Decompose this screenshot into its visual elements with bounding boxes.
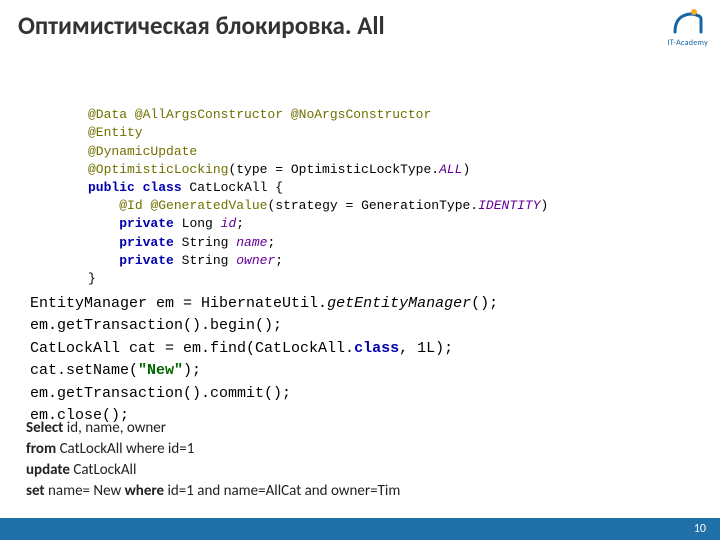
code-token: em.getTransaction().begin(); [30,317,282,334]
code-token: CatLockAll { [189,180,283,195]
sql-token: CatLockAll [73,461,136,479]
code-token: ; [275,253,283,268]
code-token: IDENTITY [478,198,540,213]
code-token: , 1L); [399,340,453,357]
code-token: @NoArgsConstructor [291,107,431,122]
code-token: ALL [439,162,462,177]
sql-line: from CatLockAll where id=1 [26,439,400,460]
page-number: 10 [694,522,706,536]
code-token: getEntityManager [327,295,471,312]
usage-code-block: EntityManager em = HibernateUtil.getEnti… [30,270,498,428]
code-token: (type = OptimisticLockType. [228,162,439,177]
logo: IT-Academy [667,8,708,48]
code-token: private [119,253,181,268]
sql-token: from [26,440,60,458]
sql-token: set [26,482,48,500]
code-token: ; [267,235,275,250]
logo-text: IT-Academy [667,38,708,48]
sql-line: Select id, name, owner [26,418,400,439]
code-token: EntityManager em = HibernateUtil. [30,295,327,312]
sql-line: update CatLockAll [26,460,400,481]
code-token: public class [88,180,189,195]
code-token: CatLockAll cat = em.find(CatLockAll. [30,340,354,357]
code-token: cat.setName( [30,362,138,379]
code-token: @Entity [88,125,143,140]
code-token: @OptimisticLocking [88,162,228,177]
sql-token: id=1 and name=AllCat and owner=Tim [167,482,400,500]
code-token: @GeneratedValue [150,198,267,213]
code-token: class [354,340,399,357]
sql-token: id, name, owner [67,419,166,437]
sql-token: update [26,461,73,479]
code-token: @AllArgsConstructor [135,107,291,122]
code-token: @DynamicUpdate [88,144,197,159]
logo-icon [671,8,705,36]
footer-bar: 10 [0,518,720,540]
code-token: @Data [88,107,135,122]
code-token: String [182,235,237,250]
sql-line: set name= New where id=1 and name=AllCat… [26,481,400,502]
sql-token: Select [26,419,67,437]
code-token: private [119,235,181,250]
code-token: @Id [119,198,150,213]
code-token: ; [236,216,244,231]
sql-block: Select id, name, owner from CatLockAll w… [26,418,400,502]
sql-token: CatLockAll where id=1 [60,440,195,458]
code-token: ) [462,162,470,177]
code-token: name [236,235,267,250]
code-token: "New" [138,362,183,379]
code-token: Long [182,216,221,231]
code-token: ); [183,362,201,379]
entity-code-block: @Data @AllArgsConstructor @NoArgsConstru… [88,88,548,288]
sql-token: name= New [48,482,125,500]
code-token: String [182,253,237,268]
code-token: id [221,216,237,231]
page-title: Оптимистическая блокировка. All [18,10,385,41]
sql-token: where [125,482,168,500]
code-token: em.getTransaction().commit(); [30,385,291,402]
code-token: (strategy = GenerationType. [267,198,478,213]
code-token: private [119,216,181,231]
code-token: (); [471,295,498,312]
code-token: ) [541,198,549,213]
code-token: owner [236,253,275,268]
